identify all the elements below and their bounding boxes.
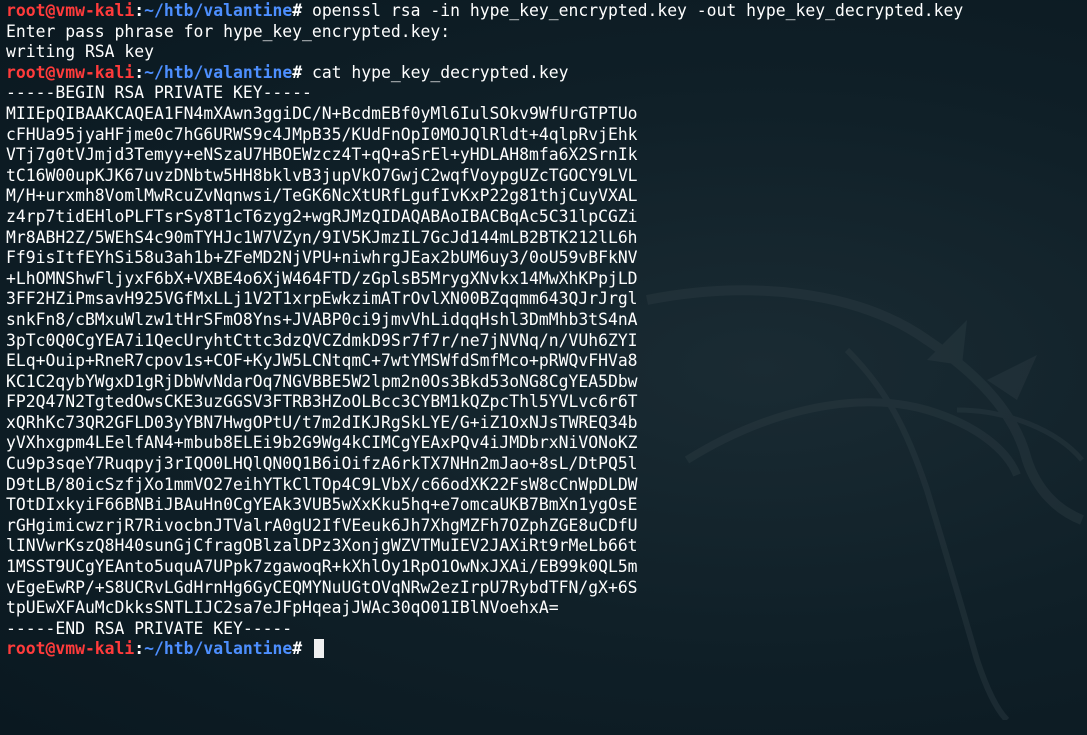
prompt-line: root@vmw-kali:~/htb/valantine# cat hype_… [6,63,1083,84]
key-line: TOtDIxkyiF66BNBiJBAuHn0CgYEAk3VUB5wXxKku… [6,495,638,515]
key-line: lINVwrKszQ8H40sunGjCfragOBlzalDPz3XonjgW… [6,536,638,556]
key-line: FP2Q47N2TgtedOwsCKE3uzGGSV3FTRB3HZoOLBcc… [6,392,638,412]
command-text: openssl rsa -in hype_key_encrypted.key -… [302,1,964,20]
terminal-window[interactable]: root@vmw-kali:~/htb/valantine# openssl r… [0,0,1087,735]
key-line: +LhOMNShwFljyxF6bX+VXBE4o6XjW464FTD/zGpl… [6,268,638,288]
prompt-user-host: root@vmw-kali [6,62,135,82]
key-line: z4rp7tidEHloPLFTsrSy8T1cT6zyg2+wgRJMzQID… [6,206,638,226]
key-line: VTj7g0tVJmjd3Temyy+eNSzaU7HBOEWzcz4T+qQ+… [6,145,638,165]
text-cursor[interactable] [313,639,324,659]
prompt-symbol: # [292,639,303,659]
command-text: cat hype_key_decrypted.key [302,62,569,82]
key-line: KC1C2qybYWgxD1gRjDbWvNdarOq7NGVBBE5W2lpm… [6,371,638,391]
key-line: D9tLB/80icSzfjXo1mmVO27eihYTkClTOp4C9LVb… [6,474,638,494]
key-line: Ff9isItfEYhSi58u3ah1b+ZFeMD2NjVPU+niwhrg… [6,248,638,268]
prompt-path: ~/htb/valantine [144,639,293,659]
prompt-user-host: root@vmw-kali [6,1,135,20]
key-line: 3FF2HZiPmsavH925VGfMxLLj1V2T1xrpEwkzimAT… [6,289,638,309]
prompt-separator: : [134,1,145,20]
key-end-line: -----END RSA PRIVATE KEY----- [6,618,293,638]
key-line: Cu9p3sqeY7Ruqpyj3rIQO0LHQlQN0Q1B6iOifzA6… [6,454,638,474]
key-line: 3pTc0Q0CgYEA7i1QecUryhtCttc3dzQVCZdmkD9S… [6,330,638,350]
prompt-path: ~/htb/valantine [144,62,293,82]
key-line: snkFn8/cBMxuWlzw1tHrSFmO8Yns+JVABP0ci9jm… [6,309,638,329]
prompt-user-host: root@vmw-kali [6,639,135,659]
key-line: tpUEwXFAuMcDkksSNTLIJC2sa7eJFpHqeajJWAc3… [6,598,559,618]
key-line: vEgeEwRP/+S8UCRvLGdHrnHg6GyCEQMYNuUGtOVq… [6,577,638,597]
key-begin-line: -----BEGIN RSA PRIVATE KEY----- [6,83,312,103]
prompt-symbol: # [292,1,303,20]
output-line: writing RSA key [6,42,155,62]
key-line: yVXhxgpm4LEelfAN4+mbub8ELEi9b2G9Wg4kCIMC… [6,433,638,453]
prompt-line: root@vmw-kali:~/htb/valantine# openssl r… [6,1,1083,22]
terminal-output: root@vmw-kali:~/htb/valantine# openssl r… [6,1,1083,660]
prompt-separator: : [134,639,145,659]
key-line: xQRhKc73QR2GFLD03yYBN7HwgOPtU/t7m2dIKJRg… [6,412,638,432]
key-line: 1MSST9UCgYEAnto5uquA7UPpk7zgawoqR+kXhlOy… [6,557,638,577]
prompt-symbol: # [292,62,303,82]
key-line: rGHgimicwzrjR7RivocbnJTValrA0gU2IfVEeuk6… [6,515,638,535]
prompt-line[interactable]: root@vmw-kali:~/htb/valantine# [6,639,1083,660]
prompt-separator: : [134,62,145,82]
prompt-path: ~/htb/valantine [144,1,293,20]
key-line: M/H+urxmh8VomlMwRcuZvNqnwsi/TeGK6NcXtURf… [6,186,638,206]
output-line: Enter pass phrase for hype_key_encrypted… [6,21,451,41]
key-line: cFHUa95jyaHFjme0c7hG6URWS9c4JMpB35/KUdFn… [6,124,638,144]
key-line: MIIEpQIBAAKCAQEA1FN4mXAwn3ggiDC/N+BcdmEB… [6,103,638,123]
key-line: ELq+Ouip+RneR7cpov1s+COF+KyJW5LCNtqmC+7w… [6,351,638,371]
key-line: Mr8ABH2Z/5WEhS4c90mTYHJc1W7VZyn/9IV5KJmz… [6,227,638,247]
key-line: tC16W00upKJK67uvzDNbtw5HH8bklvB3jupVkO7G… [6,165,638,185]
